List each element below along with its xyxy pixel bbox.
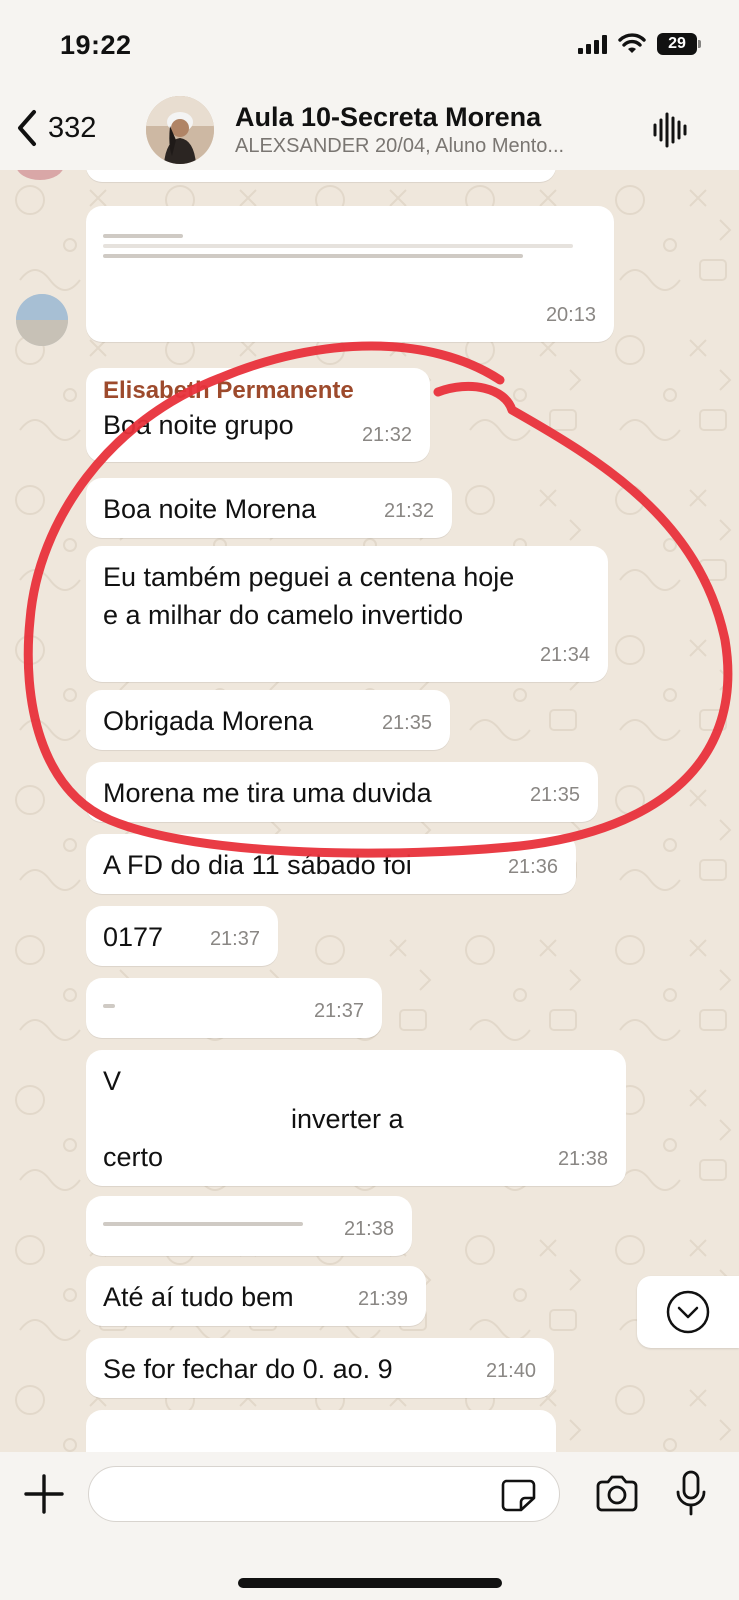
mic-icon[interactable] (674, 1470, 708, 1516)
message-time: 21:38 (343, 1218, 394, 1240)
status-icons: 29 (578, 33, 701, 55)
message-time: 21:40 (485, 1360, 536, 1382)
chat-header: 332 Aula 10-Secreta Morena ALEXSANDER 20… (0, 92, 739, 170)
scroll-to-bottom-button[interactable] (637, 1276, 739, 1348)
home-indicator (238, 1578, 502, 1588)
message-text: Morena me tira uma duvida (103, 778, 432, 808)
message-time: 21:32 (383, 500, 434, 522)
message-input[interactable] (88, 1466, 560, 1522)
message-bubble[interactable]: 21:38 (86, 1196, 412, 1256)
message-bubble[interactable]: Se for fechar do 0. ao. 9 21:40 (86, 1338, 554, 1398)
message-time: 21:35 (529, 784, 580, 806)
message-text-line: e a milhar do camelo invertido (103, 600, 464, 630)
battery-icon: 29 (657, 33, 701, 55)
status-time: 19:22 (60, 30, 132, 60)
message-text-line: Eu também peguei a centena hoje (103, 562, 515, 592)
message-text-line: inverter a (291, 1104, 404, 1134)
message-text-line: certo (103, 1142, 164, 1172)
sender-name[interactable]: Elisabeth Permanente (103, 376, 414, 406)
voice-wave-icon[interactable] (651, 110, 691, 150)
message-time: 21:32 (361, 424, 412, 446)
message-bubble[interactable]: Morena me tira uma duvida 21:35 (86, 762, 598, 822)
back-button[interactable]: 332 (14, 106, 96, 150)
message-time: 21:37 (313, 1000, 364, 1022)
message-input-bar (0, 1452, 739, 1600)
wifi-icon (618, 33, 646, 53)
message-time: 21:36 (507, 856, 558, 878)
message-text-line: V (103, 1066, 122, 1096)
message-bubble[interactable]: 0177 21:37 (86, 906, 278, 966)
group-avatar[interactable] (146, 96, 214, 164)
unread-count: 332 (48, 111, 97, 144)
chat-participants[interactable]: ALEXSANDER 20/04, Aluno Mento... (235, 135, 564, 158)
message-text: Se for fechar do 0. ao. 9 (103, 1354, 393, 1384)
message-time: 21:39 (357, 1288, 408, 1310)
message-time: 21:34 (539, 644, 590, 666)
message-bubble[interactable]: Obrigada Morena 21:35 (86, 690, 450, 750)
cellular-signal-icon (578, 34, 607, 54)
chat-title[interactable]: Aula 10-Secreta Morena (235, 102, 541, 133)
message-bubble[interactable]: 20:13 (86, 206, 614, 342)
message-bubble[interactable]: Até aí tudo bem 21:39 (86, 1266, 426, 1326)
message-bubble[interactable]: V inverter a certo 21:38 (86, 1050, 626, 1186)
message-bubble[interactable]: 21:37 (86, 978, 382, 1038)
message-time: 21:38 (557, 1148, 608, 1170)
message-text: A FD do dia 11 sábado foi (103, 850, 412, 880)
camera-icon[interactable] (594, 1474, 640, 1514)
chevron-left-icon (18, 110, 36, 146)
message-time: 21:37 (209, 928, 260, 950)
message-bubble[interactable]: A FD do dia 11 sábado foi 21:36 (86, 834, 576, 894)
message-time: 21:35 (381, 712, 432, 734)
plus-icon[interactable] (22, 1472, 66, 1516)
chat-area[interactable]: 20:13 Elisabeth Permanente Boa noite gru… (0, 170, 739, 1452)
message-bubble[interactable]: Elisabeth Permanente Boa noite grupo 21:… (86, 368, 430, 462)
sender-avatar[interactable] (16, 294, 68, 346)
message-bubble-partial[interactable] (86, 1410, 556, 1452)
status-bar: 19:22 29 (0, 0, 739, 92)
message-bubble-partial[interactable] (86, 170, 556, 182)
message-time: 20:13 (545, 304, 596, 326)
message-bubble[interactable]: Eu também peguei a centena hoje e a milh… (86, 546, 608, 682)
chevron-down-icon (666, 1290, 710, 1334)
message-bubble[interactable]: Boa noite Morena 21:32 (86, 478, 452, 538)
sticker-icon[interactable] (500, 1478, 536, 1512)
